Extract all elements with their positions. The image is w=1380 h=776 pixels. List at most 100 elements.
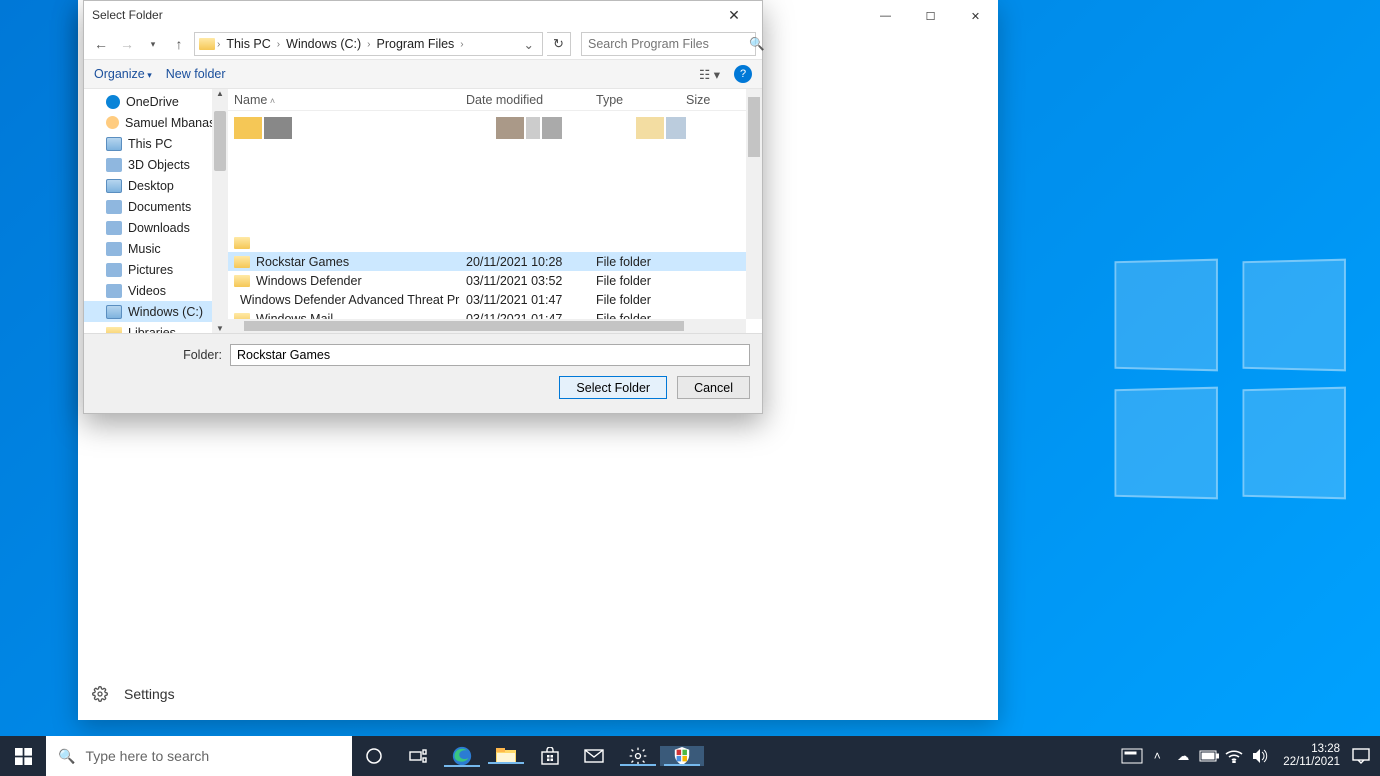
tree-item-label: Samuel Mbanasq [125, 116, 222, 130]
tree-item[interactable]: 3D Objects [84, 154, 228, 175]
volume-icon[interactable] [1251, 748, 1271, 764]
nav-tree[interactable]: OneDrive Samuel Mbanasq This PC 3D Objects D… [84, 89, 228, 333]
file-date: 20/11/2021 10:28 [460, 255, 590, 269]
file-type: File folder [590, 255, 680, 269]
file-type: File folder [590, 293, 680, 307]
settings-nav[interactable]: Settings [92, 686, 175, 702]
tree-item[interactable]: Pictures [84, 259, 228, 280]
search-input[interactable] [588, 37, 749, 51]
tree-item[interactable]: Windows (C:) [84, 301, 228, 322]
security-icon[interactable] [660, 746, 704, 766]
taskbar-search[interactable]: 🔍 Type here to search [46, 736, 352, 776]
generic-icon [106, 158, 122, 172]
new-folder-button[interactable]: New folder [166, 67, 226, 81]
tree-item[interactable]: Desktop [84, 175, 228, 196]
tree-item-label: This PC [128, 137, 172, 151]
file-row[interactable]: Windows Mail03/11/2021 01:47File folder [228, 309, 746, 319]
drive-icon [106, 179, 122, 193]
dialog-toolbar: Organize New folder ☷ ▾ ? [84, 59, 762, 89]
back-button[interactable]: ← [90, 33, 112, 55]
dialog-navbar: ← → ▾ ↑ › This PC › Windows (C:) › Progr… [84, 29, 762, 59]
address-dropdown[interactable]: ⌄ [520, 37, 538, 52]
tree-item[interactable]: Videos [84, 280, 228, 301]
store-icon[interactable] [528, 747, 572, 765]
up-button[interactable]: ↑ [168, 33, 190, 55]
file-header[interactable]: Name Date modified Type Size [228, 89, 762, 111]
search-icon: 🔍 [58, 748, 75, 765]
file-scrollbar-h[interactable] [228, 319, 746, 333]
breadcrumb[interactable]: Program Files [373, 37, 459, 51]
loading-placeholder [234, 117, 740, 221]
mail-icon[interactable] [572, 749, 616, 763]
folder-icon [234, 275, 250, 287]
edge-icon[interactable] [440, 745, 484, 767]
organize-menu[interactable]: Organize [94, 67, 152, 81]
taskview-icon[interactable] [396, 749, 440, 763]
file-row[interactable]: Windows Defender03/11/2021 03:52File fol… [228, 271, 746, 290]
system-tray: ˄ ☁ 13:28 22/11/2021 [1113, 736, 1380, 776]
tree-item-label: Windows (C:) [128, 305, 203, 319]
tree-item[interactable]: Downloads [84, 217, 228, 238]
tree-item[interactable]: Samuel Mbanasq [84, 112, 228, 133]
breadcrumb[interactable]: This PC [222, 37, 274, 51]
notifications-icon[interactable] [1352, 748, 1372, 764]
breadcrumb[interactable]: Windows (C:) [282, 37, 365, 51]
tree-item[interactable]: Music [84, 238, 228, 259]
file-row[interactable]: Windows Defender Advanced Threat Pro...0… [228, 290, 746, 309]
tree-item[interactable]: OneDrive [84, 91, 228, 112]
file-name: Windows Mail [256, 312, 333, 320]
file-row-partial[interactable] [228, 233, 746, 252]
col-name[interactable]: Name [228, 93, 460, 107]
cortana-icon[interactable] [352, 747, 396, 765]
close-button[interactable]: ✕ [953, 0, 998, 32]
gear-icon [92, 686, 108, 702]
file-row[interactable]: Rockstar Games 20/11/2021 10:28File folde… [228, 252, 746, 271]
search-box[interactable]: 🔍 [581, 32, 756, 56]
file-date: 03/11/2021 01:47 [460, 312, 590, 320]
user-icon [106, 116, 119, 129]
tree-item[interactable]: Libraries [84, 322, 228, 333]
col-type[interactable]: Type [590, 93, 680, 107]
select-folder-button[interactable]: Select Folder [559, 376, 667, 399]
cloud-icon [106, 95, 120, 109]
forward-button[interactable]: → [116, 33, 138, 55]
address-bar[interactable]: › This PC › Windows (C:) › Program Files… [194, 32, 543, 56]
tray-chevron-icon[interactable]: ˄ [1147, 749, 1167, 763]
minimize-button[interactable]: — [863, 0, 908, 32]
taskbar-search-placeholder: Type here to search [85, 748, 209, 764]
start-button[interactable] [0, 736, 46, 776]
help-icon[interactable]: ? [734, 65, 752, 83]
folder-input[interactable] [230, 344, 750, 366]
explorer-icon[interactable] [484, 748, 528, 764]
generic-icon [106, 263, 122, 277]
col-size[interactable]: Size [680, 93, 720, 107]
onedrive-tray-icon[interactable]: ☁ [1173, 749, 1193, 763]
tree-item-label: OneDrive [126, 95, 179, 109]
recent-dropdown[interactable]: ▾ [142, 33, 164, 55]
tree-item-label: 3D Objects [128, 158, 190, 172]
settings-icon[interactable] [616, 746, 660, 766]
file-scrollbar-v[interactable] [746, 89, 762, 319]
refresh-button[interactable]: ↻ [547, 32, 571, 56]
clock[interactable]: 13:28 22/11/2021 [1277, 743, 1346, 769]
search-icon: 🔍 [749, 37, 765, 52]
tree-scrollbar[interactable]: ▲ ▼ [212, 89, 228, 333]
tree-item[interactable]: This PC [84, 133, 228, 154]
settings-label: Settings [124, 686, 175, 702]
wifi-icon[interactable] [1225, 749, 1245, 763]
tree-item[interactable]: Documents [84, 196, 228, 217]
battery-icon[interactable] [1199, 750, 1219, 762]
generic-icon [106, 284, 122, 298]
tree-item-label: Documents [128, 200, 191, 214]
input-indicator-icon[interactable] [1121, 748, 1141, 764]
select-folder-dialog: Select Folder ✕ ← → ▾ ↑ › This PC › Wind… [83, 0, 763, 414]
dialog-title: Select Folder [92, 8, 163, 22]
maximize-button[interactable]: ☐ [908, 0, 953, 32]
folder-icon [106, 327, 122, 334]
file-type: File folder [590, 274, 680, 288]
file-name: Rockstar Games [256, 255, 349, 269]
col-date[interactable]: Date modified [460, 93, 590, 107]
close-icon[interactable]: ✕ [714, 7, 754, 24]
view-menu[interactable]: ☷ ▾ [699, 67, 720, 82]
cancel-button[interactable]: Cancel [677, 376, 750, 399]
